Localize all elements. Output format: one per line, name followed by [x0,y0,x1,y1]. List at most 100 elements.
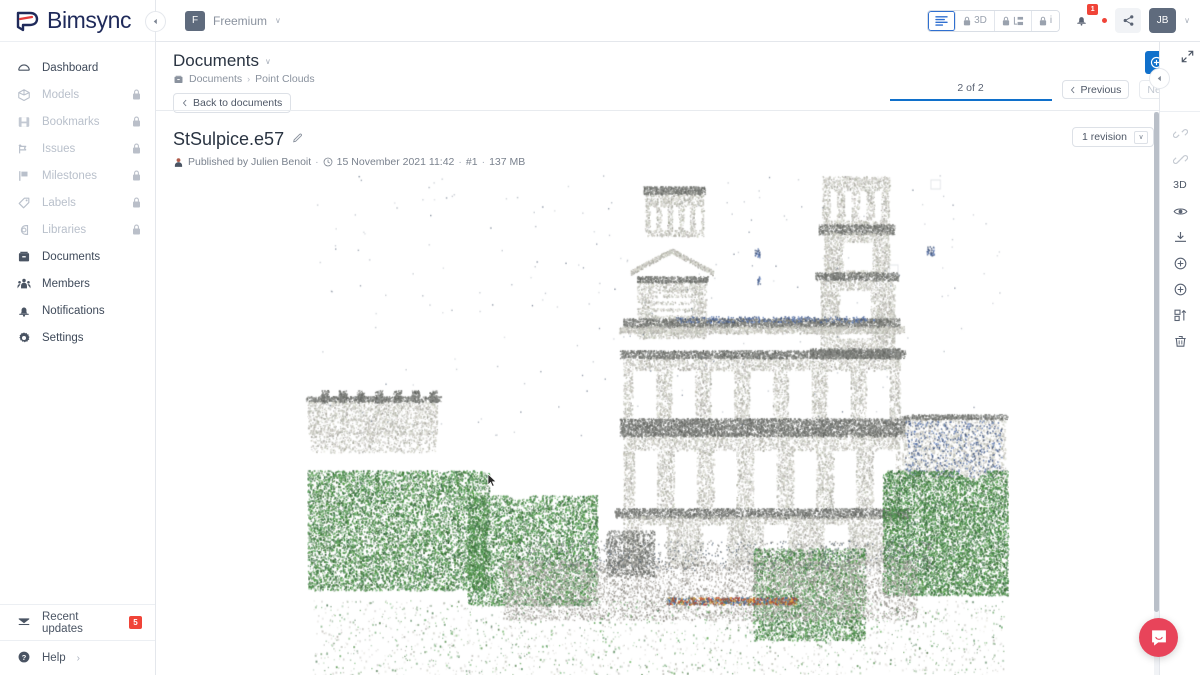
sidebar-item-issues[interactable]: Issues [0,135,155,162]
header-divider [156,110,1200,111]
sidebar-nav: Dashboard Models Bookmarks Issues Milest… [0,42,155,604]
notifications-button[interactable]: 1 [1068,4,1099,33]
sidebar-item-label: Issues [42,142,76,155]
revision-selector-label: 1 revision [1082,131,1127,143]
chevron-down-icon: ∨ [275,16,281,25]
sidebar-item-label: Notifications [42,304,105,317]
intercom-messenger-button[interactable] [1139,618,1178,657]
user-avatar[interactable]: JB [1149,8,1177,33]
tab-info-label: i [1049,15,1053,26]
sidebar-item-dashboard[interactable]: Dashboard [0,54,155,81]
top-bar: F Freemium ∨ 3D i 1 JB ∨ [145,0,1200,42]
page-title-chevron-down-icon[interactable]: ∨ [265,57,271,66]
sidebar-item-models[interactable]: Models [0,81,155,108]
document-actions-rail: 3D [1149,42,1200,675]
sidebar-item-help[interactable]: ? Help › [0,640,155,675]
sidebar-item-recent-updates[interactable]: Recent updates 5 [0,605,155,640]
sidebar-item-libraries[interactable]: Libraries [0,216,155,243]
lock-icon [1002,16,1010,25]
eye-icon [1173,207,1187,215]
page-title: Documents [173,51,259,70]
document-info: StSulpice.e57 Published by Julien Benoit… [156,113,1200,168]
sidebar-item-notifications[interactable]: Notifications [0,297,155,324]
rail-button-download[interactable] [1160,224,1200,250]
tab-info-view[interactable]: i [1031,10,1060,31]
breadcrumb-item-documents[interactable]: Documents [189,73,242,85]
unread-dot-indicator [1102,18,1108,23]
rail-button-3d[interactable]: 3D [1160,172,1200,198]
envelope-icon [17,614,31,631]
notification-count-badge: 1 [1087,4,1099,15]
issue-flag-icon [17,142,31,156]
sidebar-item-documents[interactable]: Documents [0,243,155,270]
bookmark-icon [17,115,31,129]
intercom-chat-icon [1151,629,1166,646]
sidebar-item-milestones[interactable]: Milestones [0,162,155,189]
collapse-right-icon [1157,75,1161,82]
svg-text:?: ? [22,652,27,661]
share-button[interactable] [1115,8,1142,33]
file-size: 137 MB [489,156,526,168]
rail-button-link[interactable] [1160,146,1200,172]
help-circle-icon: ? [17,650,31,667]
rail-button-delete[interactable] [1160,328,1200,354]
tab-documents-view[interactable] [928,10,957,31]
move-file-icon [1173,309,1186,321]
rail-button-add-one[interactable] [1160,250,1200,276]
lock-icon [132,89,141,100]
sidebar-item-label: Bookmarks [42,115,100,128]
user-menu-chevron-down-icon[interactable]: ∨ [1184,16,1190,25]
view-mode-group: 3D i [927,9,1061,32]
project-avatar: F [185,10,205,31]
share-icon [1123,15,1134,26]
rail-button-add-two[interactable] [1160,276,1200,302]
meta-separator: · [458,156,462,168]
pencil-icon[interactable] [292,131,304,149]
rail-button-view[interactable] [1160,198,1200,224]
sidebar-item-members[interactable]: Members [0,270,155,297]
sidebar-item-label: Settings [42,331,84,344]
sidebar-item-label: Labels [42,196,76,209]
revision-selector[interactable]: 1 revision ∨ [1072,127,1154,147]
lock-icon [132,197,141,208]
app-root: Bimsync Dashboard Models Bookmarks Issue… [0,0,1200,675]
sidebar-collapse-button[interactable] [145,11,166,32]
sidebar-item-settings[interactable]: Settings [0,324,155,351]
bell-icon [1076,17,1086,26]
rail-button-link-broken[interactable] [1160,120,1200,146]
previous-button[interactable]: Previous [1061,80,1130,99]
published-date: 15 November 2021 11:42 [336,156,455,168]
tab-structure-view[interactable] [994,10,1032,31]
chevron-right-icon: › [76,652,80,664]
project-selector[interactable]: F Freemium ∨ [185,10,281,31]
sidebar-item-label: Dashboard [42,61,99,74]
page-header: Documents ∨ Documents › Point Clouds Bac… [156,42,1200,113]
sidebar-item-label: Recent updates [42,610,83,635]
cube-icon [17,88,31,102]
brand-logo-area[interactable]: Bimsync [0,0,155,42]
rail-button-move[interactable] [1160,302,1200,328]
gear-icon [17,331,31,345]
link-icon [1172,154,1188,164]
point-cloud-viewer[interactable] [156,168,1154,675]
main-area: F Freemium ∨ 3D i 1 JB ∨ Documents ∨ Doc… [145,0,1200,675]
sidebar-bottom: Recent updates 5 ? Help › [0,604,155,675]
updates-badge: 5 [129,616,142,629]
meta-separator: · [315,156,319,168]
brand-name: Bimsync [47,7,132,33]
documents-icon [17,250,31,264]
back-button-label: Back to documents [193,97,283,109]
document-name-row: StSulpice.e57 [173,129,1200,150]
lock-icon [132,143,141,154]
collapse-left-icon [153,18,157,25]
breadcrumb-item-point-clouds[interactable]: Point Clouds [255,73,315,85]
expand-diagonal-icon[interactable] [1181,50,1194,68]
point-cloud-canvas[interactable] [156,168,1154,675]
structure-tree-icon [1013,16,1023,25]
tab-3d-view[interactable]: 3D [956,10,995,31]
sidebar-item-bookmarks[interactable]: Bookmarks [0,108,155,135]
rail-collapse-button[interactable] [1149,68,1170,89]
sidebar-item-labels[interactable]: Labels [0,189,155,216]
lock-icon [963,16,971,25]
lock-icon [132,116,141,127]
